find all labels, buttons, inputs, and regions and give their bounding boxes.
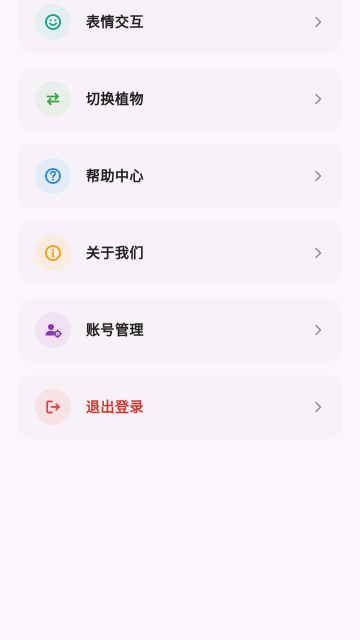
chevron-right-icon [312, 247, 324, 259]
menu-item-label: 切换植物 [86, 92, 144, 108]
menu-item-label: 退出登录 [86, 400, 144, 416]
menu-item-emoji-interaction[interactable]: 表情交互 [18, 0, 342, 54]
menu-item-label: 关于我们 [86, 246, 144, 262]
chevron-right-icon [312, 324, 324, 336]
menu-item-about-us[interactable]: 关于我们 [18, 221, 342, 285]
chevron-right-icon [312, 401, 324, 413]
logout-icon [35, 389, 71, 425]
chevron-right-icon [312, 93, 324, 105]
menu-item-label: 帮助中心 [86, 169, 144, 185]
chevron-right-icon [312, 170, 324, 182]
swap-arrows-icon [35, 81, 71, 117]
help-circle-icon [35, 158, 71, 194]
menu-item-help-center[interactable]: 帮助中心 [18, 144, 342, 208]
menu-item-label: 账号管理 [86, 323, 144, 339]
menu-item-logout[interactable]: 退出登录 [18, 375, 342, 439]
menu-item-switch-plant[interactable]: 切换植物 [18, 67, 342, 131]
chevron-right-icon [312, 16, 324, 28]
info-circle-icon [35, 235, 71, 271]
menu-item-label: 表情交互 [86, 15, 144, 31]
smiley-icon [35, 4, 71, 40]
menu-item-account-management[interactable]: 账号管理 [18, 298, 342, 362]
account-settings-icon [35, 312, 71, 348]
